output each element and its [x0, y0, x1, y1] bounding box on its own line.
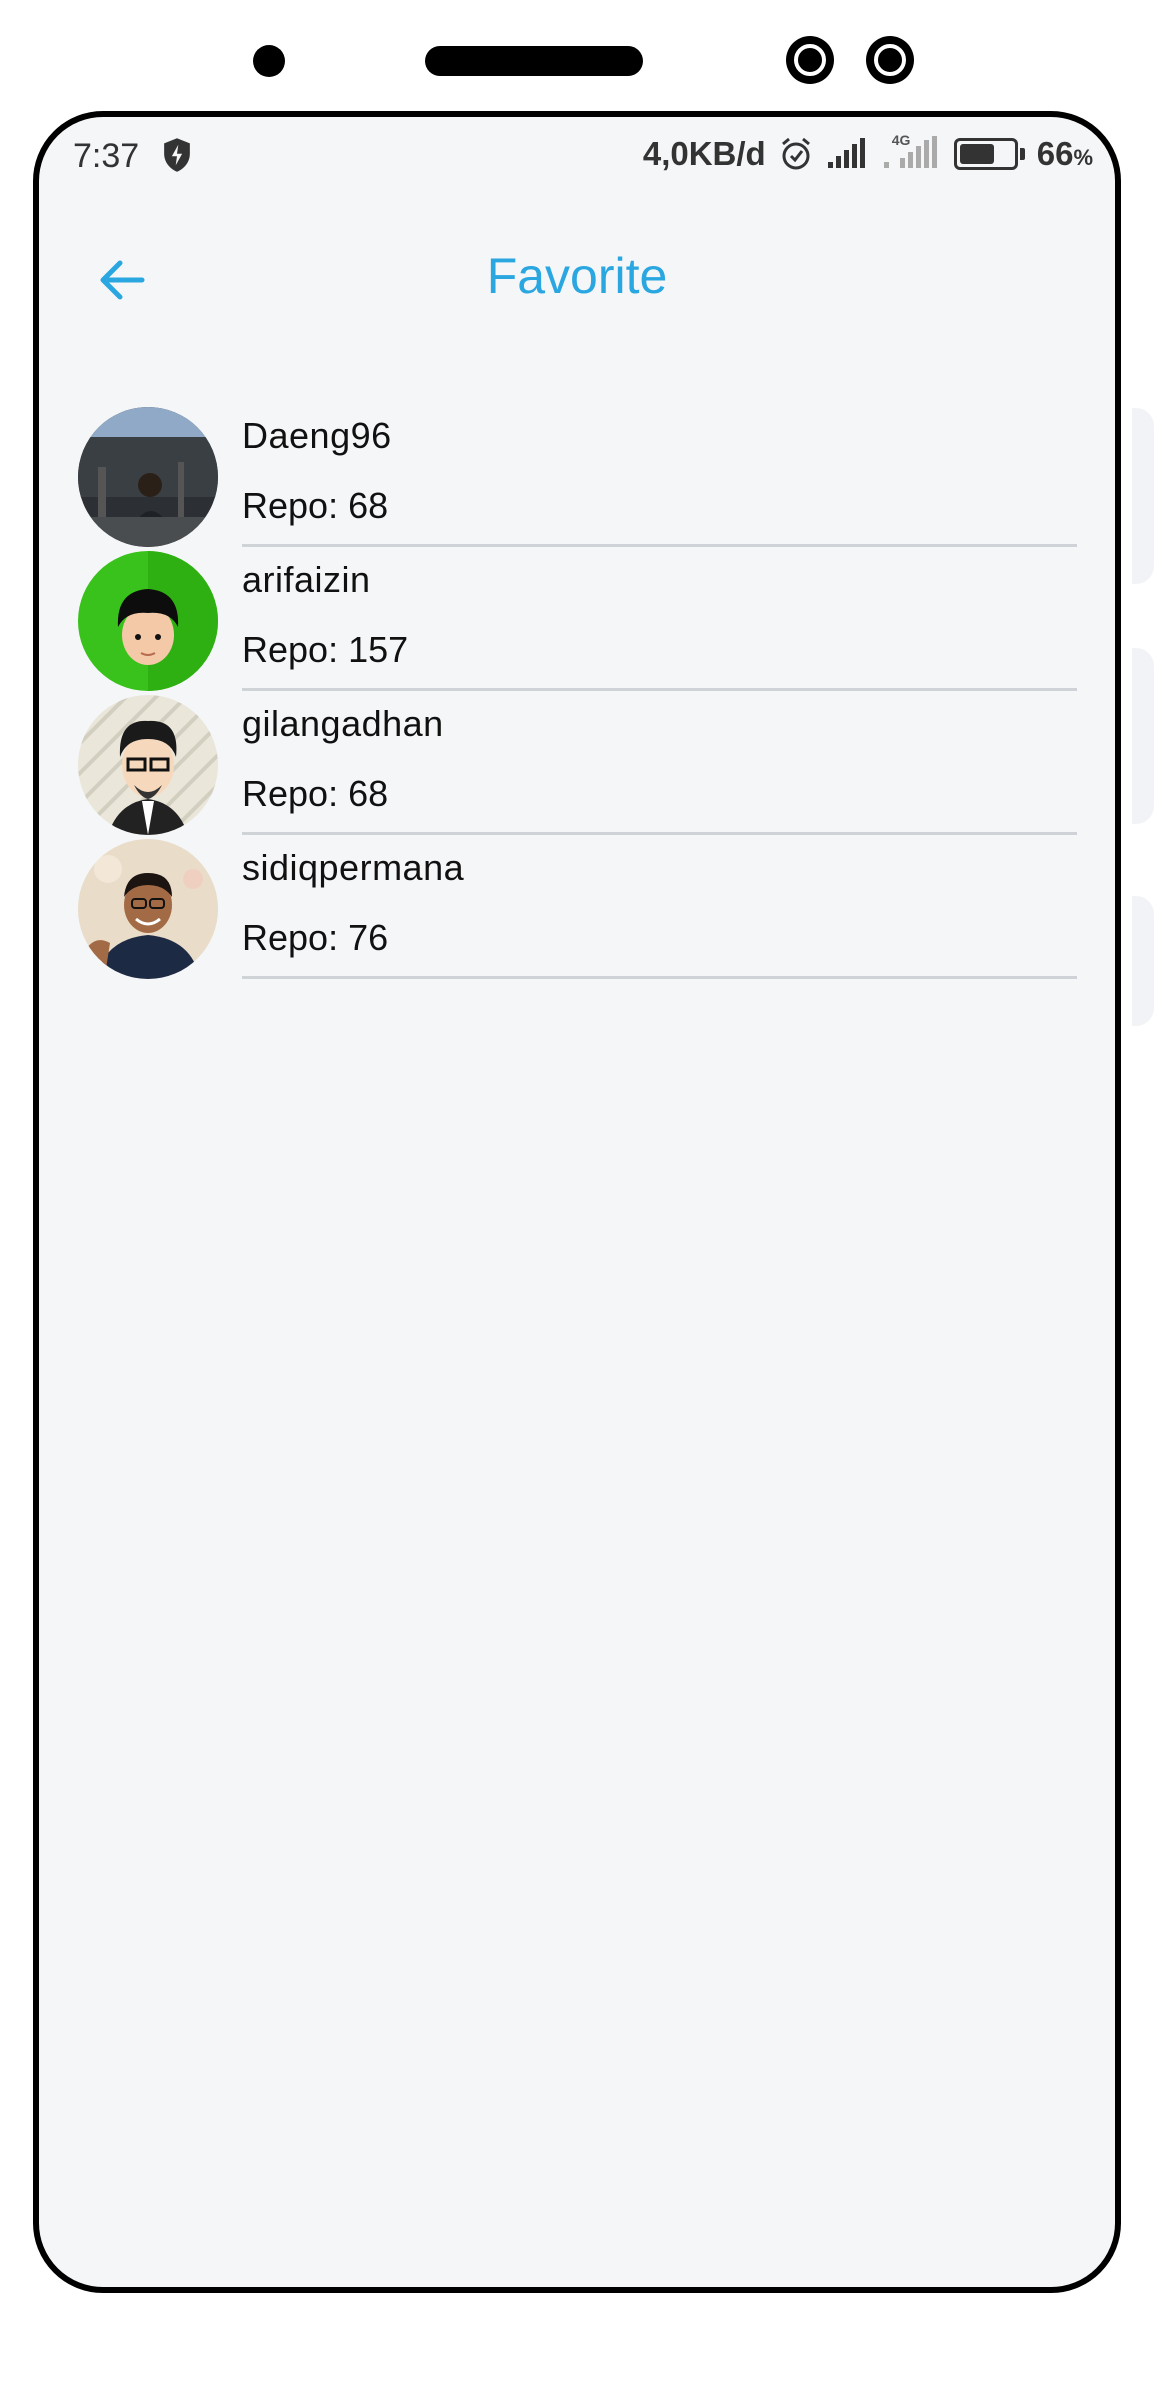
- avatar: [78, 551, 218, 691]
- divider: [242, 544, 1077, 547]
- list-item[interactable]: gilangadhan Repo: 68: [39, 695, 1115, 839]
- favorites-list: Daeng96 Repo: 68 arifaizin Repo: 157 gil…: [39, 407, 1115, 983]
- app-bar: Favorite: [39, 197, 1115, 367]
- signal-icon: [827, 138, 865, 168]
- front-camera: [786, 36, 834, 84]
- battery-percent: 66%: [1036, 135, 1093, 172]
- status-time: 7:37: [73, 137, 140, 175]
- front-sensor: [253, 45, 285, 77]
- phone-screen: 7:37 4,0KB/d 4G 66% Favorite Daeng96 Rep…: [33, 111, 1121, 2293]
- divider: [242, 976, 1077, 979]
- repo-count: Repo: 76: [242, 917, 389, 958]
- item-details: gilangadhan Repo: 68: [242, 695, 1077, 835]
- item-details: arifaizin Repo: 157: [242, 551, 1077, 691]
- item-details: Daeng96 Repo: 68: [242, 407, 1077, 547]
- shield-icon: [164, 138, 190, 172]
- list-item[interactable]: sidiqpermana Repo: 76: [39, 839, 1115, 983]
- status-bar: 7:37 4,0KB/d 4G 66%: [39, 117, 1115, 197]
- username: gilangadhan: [242, 703, 444, 744]
- avatar: [78, 839, 218, 979]
- network-speed: 4,0KB/d: [642, 135, 766, 172]
- side-button: [1132, 408, 1154, 584]
- status-right-group: 4,0KB/d 4G 66%: [642, 132, 1093, 173]
- username: arifaizin: [242, 559, 371, 600]
- avatar: [78, 407, 218, 547]
- repo-count: Repo: 68: [242, 485, 389, 526]
- username: Daeng96: [242, 415, 392, 456]
- divider: [242, 832, 1077, 835]
- battery-icon: [953, 138, 1025, 170]
- side-button: [1132, 648, 1154, 824]
- page-title: Favorite: [486, 248, 668, 304]
- item-details: sidiqpermana Repo: 76: [242, 839, 1077, 979]
- signal-4g-icon: 4G: [882, 132, 942, 172]
- earpiece-speaker: [425, 46, 643, 76]
- list-item[interactable]: arifaizin Repo: 157: [39, 551, 1115, 695]
- repo-count: Repo: 157: [242, 629, 409, 670]
- avatar: [78, 695, 218, 835]
- alarm-icon: [781, 137, 810, 170]
- list-item[interactable]: Daeng96 Repo: 68: [39, 407, 1115, 551]
- repo-count: Repo: 68: [242, 773, 389, 814]
- side-button: [1132, 896, 1154, 1026]
- divider: [242, 688, 1077, 691]
- front-camera-secondary: [866, 36, 914, 84]
- username: sidiqpermana: [242, 847, 465, 888]
